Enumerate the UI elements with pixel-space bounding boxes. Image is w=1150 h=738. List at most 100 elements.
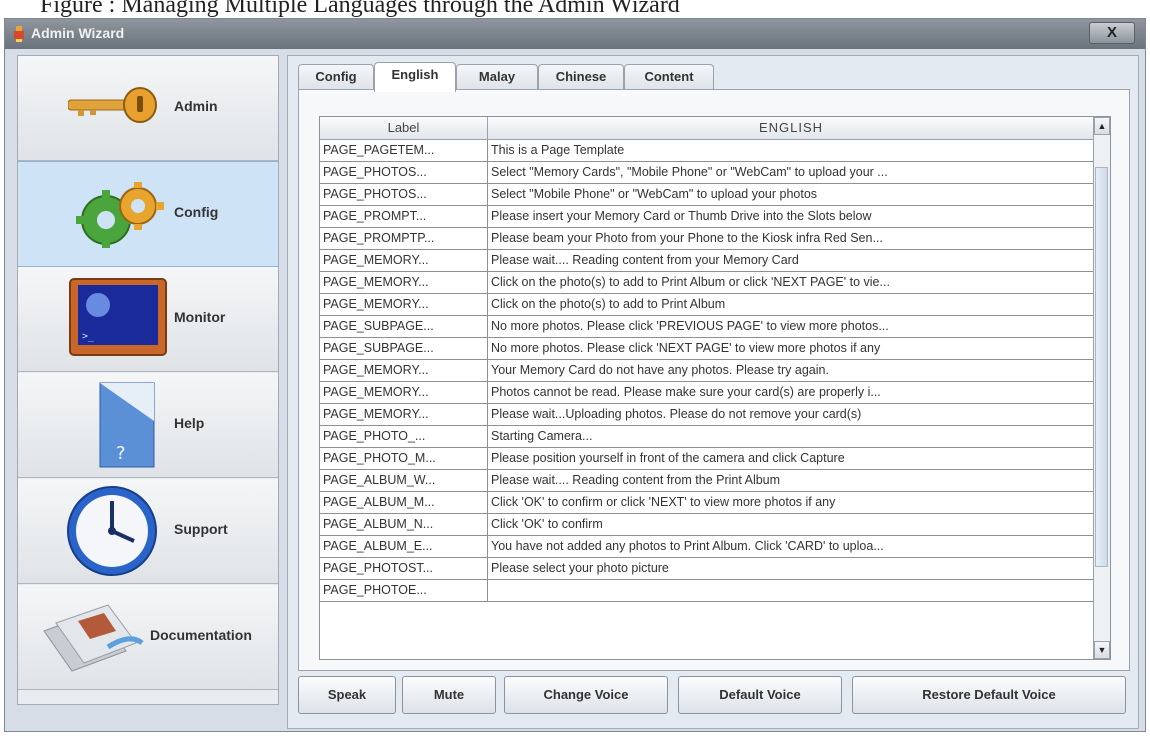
table-row[interactable]: PAGE_PHOTOS... Select "Mobile Phone" or "…	[320, 184, 1094, 206]
label-cell[interactable]: PAGE_PHOTOST...	[320, 558, 488, 579]
table-row[interactable]: PAGE_PHOTOS... Select "Memory Cards", "Mo…	[320, 162, 1094, 184]
default-voice-button[interactable]: Default Voice	[678, 676, 842, 714]
label-cell[interactable]: PAGE_PHOTOE...	[320, 580, 488, 601]
label-cell[interactable]: PAGE_MEMORY...	[320, 360, 488, 381]
table-row[interactable]: PAGE_PHOTO_... Starting Camera...	[320, 426, 1094, 448]
english-text-cell[interactable]: Please wait.... Reading content from you…	[488, 250, 1094, 271]
label-cell[interactable]: PAGE_ALBUM_E...	[320, 536, 488, 557]
english-tab-panel: Label ENGLISH PAGE_PAGETEM... This is a P…	[298, 89, 1130, 671]
tab-content[interactable]: Content	[624, 64, 714, 90]
label-cell[interactable]: PAGE_SUBPAGE...	[320, 316, 488, 337]
title-bar[interactable]: Admin Wizard X	[5, 19, 1145, 49]
tab-chinese[interactable]: Chinese	[538, 64, 624, 90]
table-row[interactable]: PAGE_SUBPAGE... No more photos. Please cl…	[320, 338, 1094, 360]
sidebar-item-label: Config	[174, 204, 219, 220]
table-row[interactable]: PAGE_MEMORY... Click on the photo(s) to a…	[320, 272, 1094, 294]
english-text-cell[interactable]: You have not added any photos to Print A…	[488, 536, 1094, 557]
labels-table: Label ENGLISH PAGE_PAGETEM... This is a P…	[319, 116, 1111, 660]
sidebar-item-support[interactable]: Support	[18, 479, 278, 584]
table-row[interactable]: PAGE_ALBUM_N... Click 'OK' to confirm	[320, 514, 1094, 536]
scroll-down-button[interactable]: ▼	[1094, 641, 1110, 659]
english-text-cell[interactable]: Click 'OK' to confirm or click 'NEXT' to…	[488, 492, 1094, 513]
label-cell[interactable]: PAGE_PHOTOS...	[320, 162, 488, 183]
english-text-cell[interactable]: Please select your photo picture	[488, 558, 1094, 579]
scroll-up-button[interactable]: ▲	[1094, 117, 1110, 135]
label-cell[interactable]: PAGE_PHOTO_M...	[320, 448, 488, 469]
table-row[interactable]: PAGE_PAGETEM... This is a Page Template	[320, 140, 1094, 162]
table-row[interactable]: PAGE_ALBUM_M... Click 'OK' to confirm or …	[320, 492, 1094, 514]
english-text-cell[interactable]: Photos cannot be read. Please make sure …	[488, 382, 1094, 403]
label-cell[interactable]: PAGE_PROMPTP...	[320, 228, 488, 249]
english-text-cell[interactable]: No more photos. Please click 'NEXT PAGE'…	[488, 338, 1094, 359]
english-text-cell[interactable]: Click on the photo(s) to add to Print Al…	[488, 294, 1094, 315]
sidebar-item-monitor[interactable]: >_ Monitor	[18, 267, 278, 372]
speak-button[interactable]: Speak	[298, 676, 396, 714]
gears-icon	[76, 182, 164, 248]
english-text-cell[interactable]: Please insert your Memory Card or Thumb …	[488, 206, 1094, 227]
label-cell[interactable]: PAGE_ALBUM_W...	[320, 470, 488, 491]
table-row[interactable]: PAGE_PROMPTP... Please beam your Photo fr…	[320, 228, 1094, 250]
svg-text:>_: >_	[82, 331, 95, 342]
table-row[interactable]: PAGE_ALBUM_W... Please wait.... Reading c…	[320, 470, 1094, 492]
table-row[interactable]: PAGE_SUBPAGE... No more photos. Please cl…	[320, 316, 1094, 338]
clock-icon	[67, 486, 157, 576]
restore-default-voice-button[interactable]: Restore Default Voice	[852, 676, 1126, 714]
english-text-cell[interactable]: Your Memory Card do not have any photos.…	[488, 360, 1094, 381]
monitor-icon: >_	[69, 278, 167, 356]
table-row[interactable]: PAGE_ALBUM_E... You have not added any ph…	[320, 536, 1094, 558]
english-text-cell[interactable]: Please position yourself in front of the…	[488, 448, 1094, 469]
label-cell[interactable]: PAGE_ALBUM_M...	[320, 492, 488, 513]
window-title: Admin Wizard	[31, 25, 125, 41]
english-text-cell[interactable]: Please beam your Photo from your Phone t…	[488, 228, 1094, 249]
english-text-cell[interactable]: Select "Memory Cards", "Mobile Phone" or…	[488, 162, 1094, 183]
scroll-thumb[interactable]	[1095, 167, 1108, 567]
sidebar-item-admin[interactable]: Admin	[18, 56, 278, 161]
label-cell[interactable]: PAGE_PHOTOS...	[320, 184, 488, 205]
label-cell[interactable]: PAGE_PROMPT...	[320, 206, 488, 227]
change-voice-button[interactable]: Change Voice	[504, 676, 668, 714]
label-cell[interactable]: PAGE_MEMORY...	[320, 294, 488, 315]
english-text-cell[interactable]: Click on the photo(s) to add to Print Al…	[488, 272, 1094, 293]
table-row[interactable]: PAGE_MEMORY... Please wait...Uploading ph…	[320, 404, 1094, 426]
table-row[interactable]: PAGE_MEMORY... Please wait.... Reading co…	[320, 250, 1094, 272]
tab-malay[interactable]: Malay	[456, 64, 538, 90]
english-text-cell[interactable]	[488, 580, 1094, 601]
sidebar-item-label: Help	[174, 415, 205, 431]
english-text-cell[interactable]: Please wait...Uploading photos. Please d…	[488, 404, 1094, 425]
table-row[interactable]: PAGE_MEMORY... Your Memory Card do not ha…	[320, 360, 1094, 382]
table-row[interactable]: PAGE_MEMORY... Click on the photo(s) to a…	[320, 294, 1094, 316]
help-document-icon: ?	[99, 382, 155, 468]
label-cell[interactable]: PAGE_MEMORY...	[320, 404, 488, 425]
english-text-cell[interactable]: Please wait.... Reading content from the…	[488, 470, 1094, 491]
table-row[interactable]: PAGE_PROMPT... Please insert your Memory …	[320, 206, 1094, 228]
table-row[interactable]: PAGE_PHOTOE...	[320, 580, 1094, 602]
label-cell[interactable]: PAGE_MEMORY...	[320, 250, 488, 271]
label-cell[interactable]: PAGE_SUBPAGE...	[320, 338, 488, 359]
table-row[interactable]: PAGE_MEMORY... Photos cannot be read. Ple…	[320, 382, 1094, 404]
english-text-cell[interactable]: Starting Camera...	[488, 426, 1094, 447]
english-text-cell[interactable]: No more photos. Please click 'PREVIOUS P…	[488, 316, 1094, 337]
label-cell[interactable]: PAGE_MEMORY...	[320, 272, 488, 293]
table-row[interactable]: PAGE_PHOTOST... Please select your photo …	[320, 558, 1094, 580]
column-header-english[interactable]: ENGLISH	[488, 117, 1094, 139]
english-text-cell[interactable]: This is a Page Template	[488, 140, 1094, 161]
sidebar-item-help[interactable]: ? Help	[18, 373, 278, 478]
close-button[interactable]: X	[1089, 22, 1135, 44]
label-cell[interactable]: PAGE_ALBUM_N...	[320, 514, 488, 535]
vertical-scrollbar[interactable]: ▲ ▼	[1093, 117, 1110, 659]
sidebar-item-config[interactable]: Config	[18, 161, 278, 267]
main-panel: Config English Malay Chinese Content Lab…	[287, 55, 1139, 729]
tab-config[interactable]: Config	[298, 64, 374, 90]
sidebar-item-documentation[interactable]: Documentation	[18, 585, 278, 690]
table-row[interactable]: PAGE_PHOTO_M... Please position yourself …	[320, 448, 1094, 470]
tab-english[interactable]: English	[374, 62, 456, 92]
english-text-cell[interactable]: Select "Mobile Phone" or "WebCam" to upl…	[488, 184, 1094, 205]
english-text-cell[interactable]: Click 'OK' to confirm	[488, 514, 1094, 535]
label-cell[interactable]: PAGE_PHOTO_...	[320, 426, 488, 447]
label-cell[interactable]: PAGE_PAGETEM...	[320, 140, 488, 161]
mute-button[interactable]: Mute	[402, 676, 496, 714]
app-icon	[14, 26, 24, 42]
label-cell[interactable]: PAGE_MEMORY...	[320, 382, 488, 403]
sidebar-item-label: Admin	[174, 98, 218, 114]
column-header-label[interactable]: Label	[320, 117, 488, 139]
